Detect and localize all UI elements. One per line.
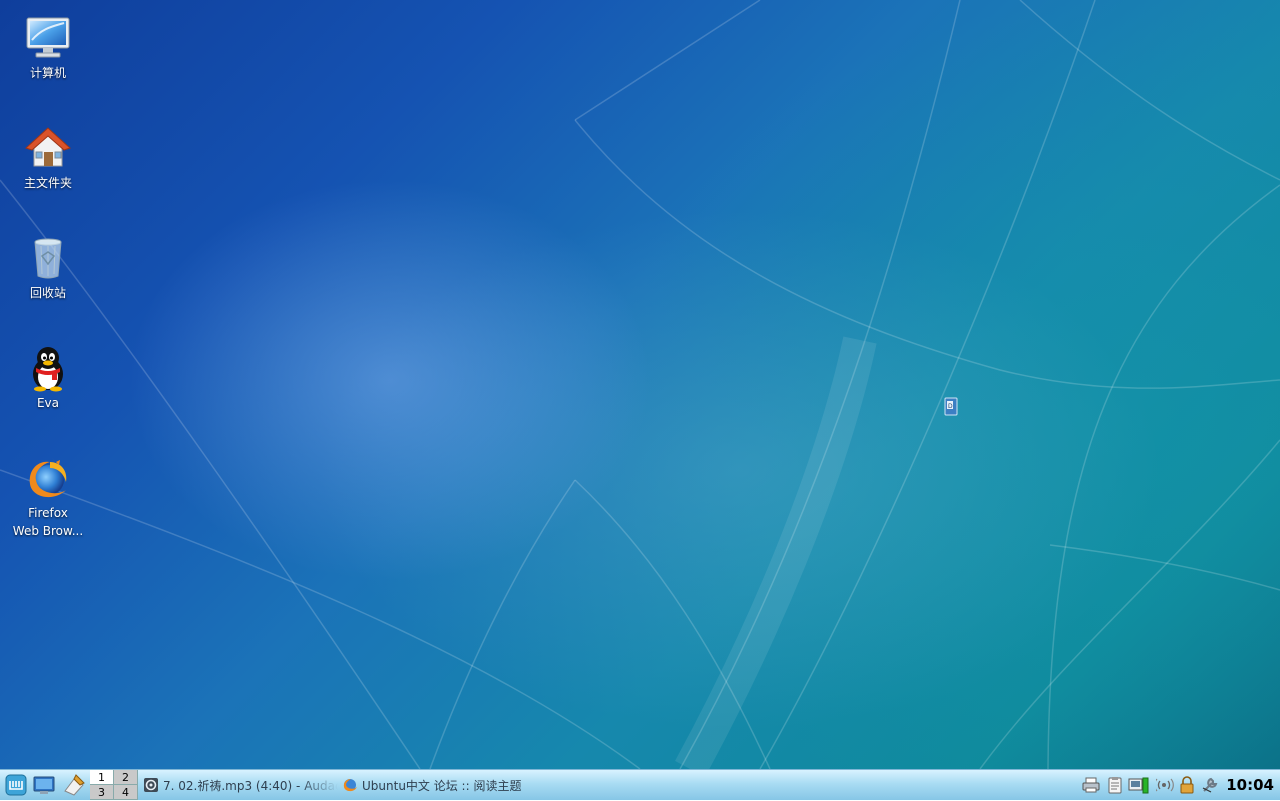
workspace-3[interactable]: 3 — [90, 785, 114, 800]
show-desktop-icon[interactable] — [32, 773, 56, 797]
clock[interactable]: 10:04 — [1226, 776, 1274, 794]
drive-icon[interactable]: D — [944, 397, 958, 416]
qq-penguin-icon — [24, 344, 72, 392]
clipboard-icon[interactable] — [1106, 776, 1124, 794]
desktop-icon-label: Eva — [36, 396, 60, 410]
desktop-icon-firefox[interactable]: Firefox Web Brow... — [0, 454, 96, 540]
network-signal-icon[interactable] — [1128, 776, 1150, 794]
task-label: 7. 02.祈祷.mp3 (4:40) - Audacious — [163, 778, 338, 793]
wallpaper-curves — [0, 0, 1280, 769]
desktop-icon-label: Web Brow... — [12, 524, 84, 538]
firefox-icon — [342, 777, 358, 793]
workspace-4[interactable]: 4 — [114, 785, 138, 800]
desktop[interactable]: 计算机 主文件夹 回收站 Eva Firefox Web Brow... D — [0, 0, 1280, 769]
task-audacious[interactable]: 7. 02.祈祷.mp3 (4:40) - Audacious — [143, 775, 338, 795]
task-firefox[interactable]: Ubuntu中文 论坛 :: 阅读主题 — [342, 775, 542, 795]
volume-icon[interactable] — [1154, 776, 1174, 794]
file-manager-icon[interactable] — [62, 773, 86, 797]
task-label: Ubuntu中文 论坛 :: 阅读主题 — [362, 778, 522, 793]
computer-icon — [24, 14, 72, 62]
desktop-icon-label: Firefox — [28, 506, 68, 520]
workspace-1[interactable]: 1 — [90, 770, 114, 785]
svg-text:D: D — [948, 403, 953, 410]
wrench-icon[interactable] — [1201, 776, 1219, 794]
trash-icon — [24, 234, 72, 282]
desktop-icon-trash[interactable]: 回收站 — [0, 234, 96, 302]
workspace-2[interactable]: 2 — [114, 770, 138, 785]
audacious-icon — [143, 777, 159, 793]
home-folder-icon — [24, 124, 72, 172]
desktop-icon-computer[interactable]: 计算机 — [0, 14, 96, 82]
firefox-icon — [24, 454, 72, 502]
desktop-icon-eva[interactable]: Eva — [0, 344, 96, 412]
desktop-icon-label: 计算机 — [29, 66, 66, 80]
taskbar: 1 2 3 4 7. 02.祈祷.mp3 (4:40) - Audacious … — [0, 769, 1280, 800]
workspace-pager[interactable]: 1 2 3 4 — [90, 770, 138, 800]
desktop-icon-label: 主文件夹 — [23, 176, 72, 190]
lock-icon[interactable] — [1178, 776, 1196, 794]
desktop-icon-label: 回收站 — [29, 286, 66, 300]
desktop-icon-home-folder[interactable]: 主文件夹 — [0, 124, 96, 192]
printer-icon[interactable] — [1082, 776, 1100, 794]
menu-icon[interactable] — [4, 773, 28, 797]
